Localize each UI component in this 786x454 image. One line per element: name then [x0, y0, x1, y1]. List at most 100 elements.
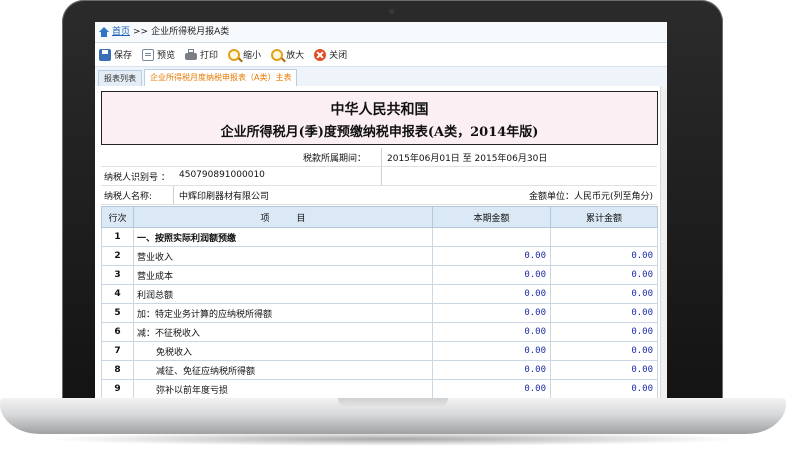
- preview-icon: [142, 48, 155, 61]
- amount-unit-label: 金额单位：人民币元(列至角分): [528, 192, 653, 202]
- cumulative-amount-input[interactable]: 0.00: [550, 246, 658, 266]
- current-amount-cell: [432, 227, 551, 247]
- row-seq: 2: [101, 246, 134, 266]
- laptop-shadow: [40, 432, 746, 446]
- zoom-in-button[interactable]: 放大: [271, 48, 304, 61]
- laptop-camera: [389, 9, 394, 14]
- taxid-label: 纳税人识别号 ：: [104, 173, 170, 183]
- row-seq: 3: [101, 265, 134, 285]
- tab-main-form[interactable]: 企业所得税月度纳税申报表（A类）主表: [144, 69, 298, 87]
- row-item: 免税收入: [133, 341, 433, 361]
- document-title-line2: 企业所得税月(季)度预缴纳税申报表(A类，2014年版): [220, 125, 539, 140]
- cumulative-amount-input[interactable]: 0.00: [550, 360, 658, 380]
- period-value: 2015年06月01日 至 2015年06月30日: [387, 154, 548, 164]
- taxid-value: 450790891000010: [179, 170, 265, 180]
- table-row: 7 免税收入 0.00 0.00: [101, 341, 658, 361]
- divider: [173, 186, 174, 204]
- current-amount-input[interactable]: 0.00: [432, 303, 551, 323]
- tab-report-list[interactable]: 报表列表: [98, 70, 142, 87]
- cumulative-amount-cell: [550, 227, 658, 247]
- taxid-row: 纳税人识别号 ： 450790891000010: [101, 167, 657, 186]
- preview-button[interactable]: 预览: [142, 48, 175, 61]
- table-row: 2 营业收入 0.00 0.00: [101, 246, 658, 266]
- taxpayer-name-value: 中辉印刷器材有限公司: [179, 192, 270, 202]
- row-item: 减征、免征应纳税所得额: [133, 360, 433, 380]
- row-item: 利润总额: [133, 284, 433, 304]
- declaration-table: 行次 项 目 本期金额 累计金额 1 一、按照实际利润额预缴 2 营业收入 0.…: [101, 206, 658, 398]
- row-item: 营业成本: [133, 265, 433, 285]
- app-screen: 首页 >> 企业所得税月报A类 保存 预览 打印 缩小 放大 关闭 报表列表 企…: [95, 22, 667, 398]
- home-icon: [99, 27, 109, 37]
- period-row: 税款所属期间： 2015年06月01日 至 2015年06月30日: [101, 148, 657, 167]
- save-button-label: 保存: [114, 51, 133, 61]
- table-row: 3 营业成本 0.00 0.00: [101, 265, 658, 285]
- zoom-in-button-label: 放大: [286, 51, 305, 61]
- table-header-row: 行次 项 目 本期金额 累计金额: [101, 206, 658, 228]
- row-seq: 5: [101, 303, 134, 323]
- print-icon: [185, 49, 198, 60]
- vertical-scrollbar[interactable]: [660, 86, 667, 398]
- save-button[interactable]: 保存: [99, 48, 132, 61]
- row-seq: 7: [101, 341, 134, 361]
- breadcrumb-separator: >>: [133, 27, 149, 37]
- close-button-label: 关闭: [329, 51, 348, 61]
- table-row: 6 减：不征税收入 0.00 0.00: [101, 322, 658, 342]
- header-seq: 行次: [101, 206, 134, 228]
- cumulative-amount-input[interactable]: 0.00: [550, 284, 658, 304]
- current-amount-input[interactable]: 0.00: [432, 341, 551, 361]
- zoom-out-icon: [228, 48, 241, 61]
- zoom-out-button[interactable]: 缩小: [228, 48, 261, 61]
- divider: [381, 167, 382, 185]
- table-row: 8 减征、免征应纳税所得额 0.00 0.00: [101, 360, 658, 380]
- header-current-amount: 本期金额: [432, 206, 551, 228]
- current-amount-input[interactable]: 0.00: [432, 379, 551, 398]
- toolbar: 保存 预览 打印 缩小 放大 关闭: [95, 43, 667, 67]
- cumulative-amount-input[interactable]: 0.00: [550, 322, 658, 342]
- preview-button-label: 预览: [157, 51, 176, 61]
- document-title-line1: 中华人民共和国: [330, 102, 429, 118]
- period-label: 税款所属期间：: [303, 154, 367, 164]
- table-row: 9 弥补以前年度亏损 0.00 0.00: [101, 379, 658, 398]
- form-area: 中华人民共和国 企业所得税月(季)度预缴纳税申报表(A类，2014年版) 税款所…: [95, 86, 667, 398]
- row-seq: 6: [101, 322, 134, 342]
- row-item: 加：特定业务计算的应纳税所得额: [133, 303, 433, 323]
- cumulative-amount-input[interactable]: 0.00: [550, 265, 658, 285]
- laptop-notch: [338, 398, 448, 408]
- taxpayer-name-row: 纳税人名称: 中辉印刷器材有限公司 金额单位：人民币元(列至角分): [101, 186, 657, 205]
- print-button[interactable]: 打印: [185, 48, 218, 61]
- row-item: 减：不征税收入: [133, 322, 433, 342]
- row-seq: 4: [101, 284, 134, 304]
- document-title-box: 中华人民共和国 企业所得税月(季)度预缴纳税申报表(A类，2014年版): [101, 91, 658, 145]
- close-icon: [314, 48, 327, 61]
- current-amount-input[interactable]: 0.00: [432, 360, 551, 380]
- current-amount-input[interactable]: 0.00: [432, 322, 551, 342]
- zoom-out-button-label: 缩小: [243, 51, 262, 61]
- row-seq: 8: [101, 360, 134, 380]
- breadcrumb-current-page: 企业所得税月报A类: [151, 27, 230, 37]
- breadcrumb-home-link[interactable]: 首页: [112, 22, 130, 42]
- row-item: 一、按照实际利润额预缴: [133, 227, 433, 247]
- table-row: 1 一、按照实际利润额预缴: [101, 227, 658, 247]
- taxpayer-name-label: 纳税人名称:: [104, 192, 153, 202]
- close-button[interactable]: 关闭: [314, 48, 347, 61]
- current-amount-input[interactable]: 0.00: [432, 284, 551, 304]
- row-seq: 1: [101, 227, 134, 247]
- header-item: 项 目: [133, 206, 433, 228]
- cumulative-amount-input[interactable]: 0.00: [550, 303, 658, 323]
- zoom-in-icon: [271, 48, 284, 61]
- print-button-label: 打印: [200, 51, 219, 61]
- breadcrumb: 首页 >> 企业所得税月报A类: [95, 22, 667, 43]
- cumulative-amount-input[interactable]: 0.00: [550, 341, 658, 361]
- current-amount-input[interactable]: 0.00: [432, 246, 551, 266]
- row-seq: 9: [101, 379, 134, 398]
- divider: [381, 148, 382, 166]
- row-item: 营业收入: [133, 246, 433, 266]
- current-amount-input[interactable]: 0.00: [432, 265, 551, 285]
- cumulative-amount-input[interactable]: 0.00: [550, 379, 658, 398]
- table-row: 5 加：特定业务计算的应纳税所得额 0.00 0.00: [101, 303, 658, 323]
- table-row: 4 利润总额 0.00 0.00: [101, 284, 658, 304]
- header-cumulative-amount: 累计金额: [550, 206, 658, 228]
- row-item: 弥补以前年度亏损: [133, 379, 433, 398]
- save-icon: [99, 48, 111, 61]
- tab-bar: 报表列表 企业所得税月度纳税申报表（A类）主表: [95, 67, 667, 88]
